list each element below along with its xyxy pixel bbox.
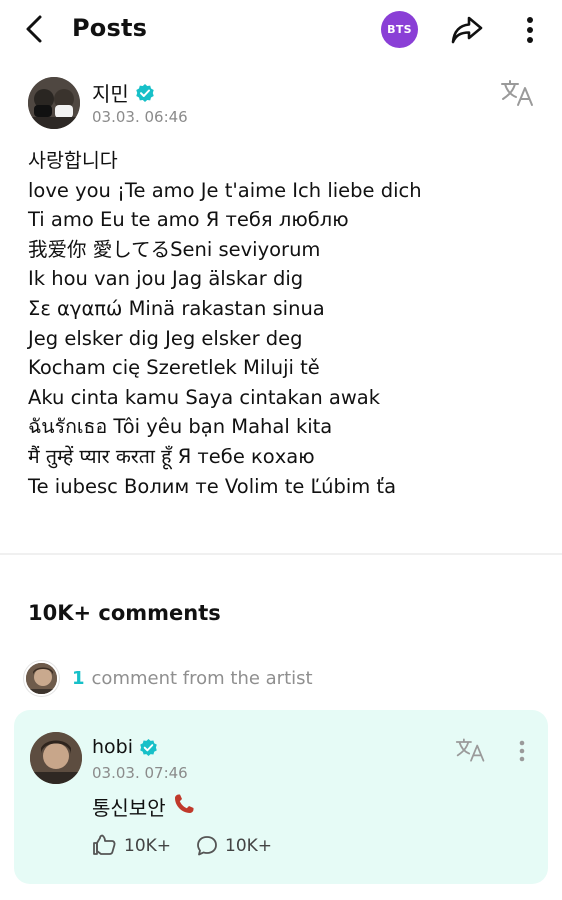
share-icon[interactable] [448,12,486,48]
verified-badge-icon [140,738,157,756]
artist-comment-count: 1 [72,667,85,689]
avatar[interactable] [28,77,80,129]
post-line: 我爱你 愛してるSeni seviyorum [28,237,321,261]
post-line: Jeg elsker dig Jeg elsker deg [28,326,303,350]
translate-icon[interactable] [455,736,487,764]
post-line: love you ¡Te amo Je t'aime Ich liebe dic… [28,178,422,202]
post-line: मैं तुम्हें प्यार करता हूँ Я тебе кохаю [28,444,315,468]
back-arrow-icon[interactable] [18,12,50,46]
post-line: Σε αγαπώ Minä rakastan sinua [28,296,325,320]
commenter-avatar[interactable] [30,732,82,784]
like-count: 10K+ [124,836,172,856]
speech-bubble-icon [197,836,217,856]
comment-text: 통신보안 [92,792,196,821]
artist-comment-label: comment from the artist [91,667,313,689]
comment-card: hobi 03.03. 07:46 통신보안 10K+ 10K+ [14,710,548,884]
page-title: Posts [72,14,148,42]
community-badge[interactable]: BTS [381,11,418,48]
post-line: Ik hou van jou Jag älskar dig [28,267,304,291]
comment-actions: 10K+ 10K+ [92,834,296,858]
reply-count: 10K+ [225,836,273,856]
artist-avatar [24,660,59,696]
post-timestamp: 03.03. 06:46 [92,108,188,126]
post-line: Kocham cię Szeretlek Miluji tě [28,356,320,380]
post-line: Aku cinta kamu Saya cintakan awak [28,385,381,409]
translate-icon[interactable] [500,78,536,108]
comment-timestamp: 03.03. 07:46 [92,764,188,782]
section-divider [0,553,562,555]
post-body: 사랑합니다 love you ¡Te amo Je t'aime Ich lie… [28,146,548,501]
like-icon [93,834,116,855]
like-button[interactable]: 10K+ [92,834,171,858]
more-vertical-icon[interactable] [514,736,530,766]
post-line: ฉันรักเธอ Tôi yêu bạn Mahal kita [28,415,333,439]
commenter-name[interactable]: hobi [92,736,158,758]
post-line: Ti amo Eu te amo Я тебя люблю [28,208,349,232]
author-name-text: 지민 [92,82,129,106]
more-vertical-icon[interactable] [518,12,542,48]
verified-badge-icon [136,83,154,102]
post-line: 사랑합니다 [28,149,118,172]
author-name[interactable]: 지민 [92,78,155,107]
post-line: Te iubesc Волим те Volim te Ľúbim ťa [28,474,397,498]
telephone-receiver-icon [172,792,196,821]
commenter-name-text: hobi [92,736,134,758]
artist-comments-filter[interactable]: 1 comment from the artist [24,660,313,696]
reply-button[interactable]: 10K+ [195,834,272,858]
comments-count-heading: 10K+ comments [28,601,221,625]
top-app-bar: Posts BTS [0,0,562,60]
comment-text-content: 통신보안 [92,796,166,820]
